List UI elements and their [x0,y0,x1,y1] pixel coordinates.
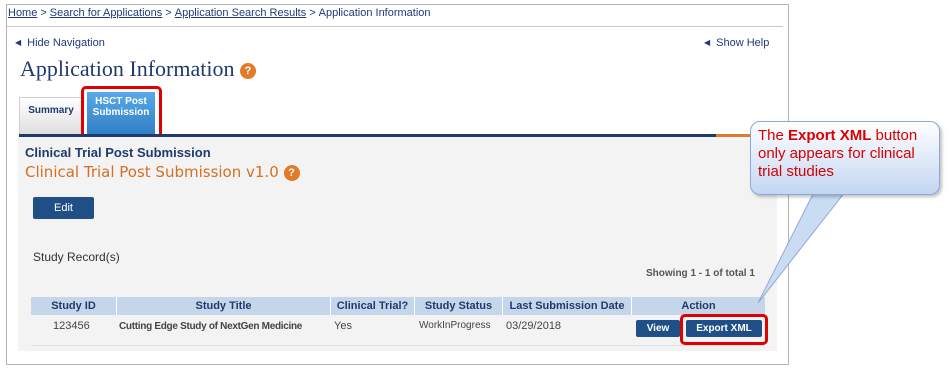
callout-note: The Export XML button only appears for c… [750,121,940,195]
callout-pointer-shape [757,191,847,304]
callout-bold: Export XML [788,127,872,144]
callout-prefix: The [758,127,789,144]
